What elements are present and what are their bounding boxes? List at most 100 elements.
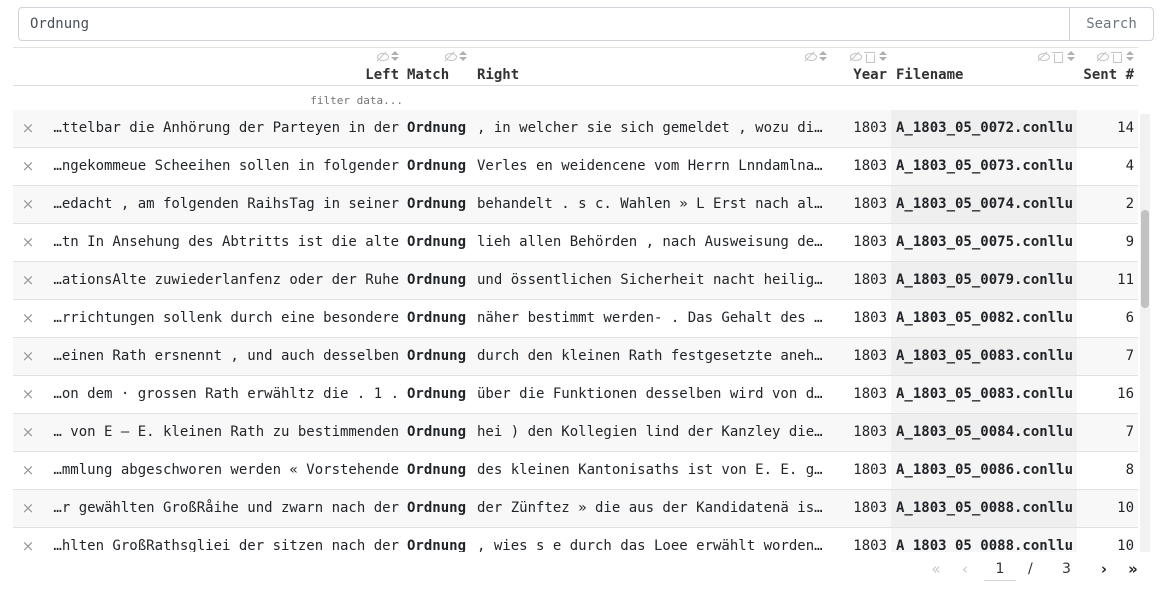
match-cell: Ordnung — [407, 424, 467, 440]
trash-icon[interactable] — [864, 51, 876, 63]
remove-row-icon[interactable]: × — [13, 452, 43, 489]
column-header-right[interactable]: Right — [477, 48, 829, 86]
left-context-cell-text: …einen Rath ersnennt , und auch desselbe… — [53, 348, 399, 364]
sort-icon[interactable] — [819, 51, 827, 62]
sort-icon[interactable] — [1126, 51, 1134, 62]
match-cell: Ordnung — [407, 538, 467, 552]
table-row[interactable]: × …einen Rath ersnennt , und auch desselb… — [13, 338, 1138, 376]
remove-row-icon[interactable]: × — [13, 148, 43, 185]
match-cell: Ordnung — [407, 158, 467, 174]
table-row[interactable]: × … von E — E. kleinen Rath zu bestimmend… — [13, 414, 1138, 452]
filename-cell: A_1803_05_0075.conllu — [891, 224, 1077, 261]
match-cell: Ordnung — [407, 500, 467, 516]
trash-icon[interactable] — [1111, 51, 1123, 63]
total-pages: 3 — [1062, 561, 1071, 577]
column-header-match[interactable]: Match — [407, 48, 469, 86]
sentence-number-cell: 2 — [1125, 196, 1134, 212]
match-cell: Ordnung — [407, 462, 467, 478]
first-page-button[interactable]: « — [925, 557, 947, 581]
filename-cell: A_1803_05_0086.conllu — [891, 452, 1077, 489]
column-tools — [804, 51, 827, 62]
left-context-cell: …edacht , am folgenden RaihsTag in seine… — [51, 186, 399, 223]
next-page-button[interactable]: › — [1093, 557, 1115, 581]
left-context-cell-text: …mmlung abgeschworen werden « Vorstehend… — [53, 462, 399, 478]
sort-icon[interactable] — [459, 51, 467, 62]
hide-column-icon[interactable] — [444, 51, 457, 62]
table-row[interactable]: × …ngekommeue Scheeihen sollen in folgend… — [13, 148, 1138, 186]
hide-column-icon[interactable] — [849, 51, 862, 62]
table-row[interactable]: × …ttelbar die Anhörung der Parteyen in d… — [13, 110, 1138, 148]
year-cell: 1803 — [853, 310, 887, 326]
right-context-cell: , wies s e durch das Loee erwählt worden… — [477, 538, 823, 552]
column-header-left[interactable]: Left — [51, 48, 401, 86]
sort-icon[interactable] — [391, 51, 399, 62]
column-header-year[interactable]: Year — [833, 48, 889, 86]
left-context-cell-text: … von E — E. kleinen Rath zu bestimmende… — [53, 424, 399, 440]
hide-column-icon[interactable] — [804, 51, 817, 62]
search-bar: Search — [18, 7, 1154, 41]
search-button[interactable]: Search — [1070, 7, 1154, 41]
left-context-cell: …hlten GroßRathsgliei der sitzen nach de… — [51, 528, 399, 552]
right-context-cell: , in welcher sie sich gemeldet , wozu di… — [477, 120, 823, 136]
sentence-number-cell: 6 — [1125, 310, 1134, 326]
vertical-scrollbar[interactable] — [1140, 114, 1150, 552]
search-input[interactable] — [18, 7, 1070, 41]
last-page-button[interactable]: » — [1122, 557, 1144, 581]
table-row[interactable]: × …rrichtungen sollenk durch eine besonde… — [13, 300, 1138, 338]
left-context-cell: … von E — E. kleinen Rath zu bestimmende… — [51, 414, 399, 451]
left-context-cell-text: …hlten GroßRathsgliei der sitzen nach de… — [53, 538, 399, 552]
remove-row-icon[interactable]: × — [13, 490, 43, 527]
table-row[interactable]: × …tn In Ansehung des Abtritts ist die al… — [13, 224, 1138, 262]
prev-page-button[interactable]: ‹ — [954, 557, 976, 581]
scrollbar-thumb[interactable] — [1141, 210, 1149, 308]
hide-column-icon[interactable] — [1037, 51, 1050, 62]
table-row[interactable]: × …edacht , am folgenden RaihsTag in sein… — [13, 186, 1138, 224]
remove-row-icon[interactable]: × — [13, 110, 43, 147]
remove-row-icon[interactable]: × — [13, 300, 43, 337]
left-context-cell: …on dem · grossen Rath erwähltz die . 1 … — [51, 376, 399, 413]
page-number-input[interactable] — [984, 557, 1016, 581]
filename-cell: A_1803_05_0084.conllu — [891, 414, 1077, 451]
table-row[interactable]: × …hlten GroßRathsgliei der sitzen nach d… — [13, 528, 1138, 552]
hide-column-icon[interactable] — [376, 51, 389, 62]
sentence-number-cell: 8 — [1125, 462, 1134, 478]
table-row[interactable]: × …mmlung abgeschworen werden « Vorstehen… — [13, 452, 1138, 490]
left-context-cell-text: …on dem · grossen Rath erwähltz die . 1 … — [53, 386, 399, 402]
pagination: « ‹ / 3 › » — [922, 557, 1152, 583]
filename-cell: A_1803_05_0074.conllu — [891, 186, 1077, 223]
column-label: Right — [477, 67, 520, 83]
sort-icon[interactable] — [1067, 51, 1075, 62]
left-context-cell: …ttelbar die Anhörung der Parteyen in de… — [51, 110, 399, 147]
right-context-cell: und össentlichen Sicherheit nacht heilig… — [477, 272, 823, 288]
filename-cell: A_1803_05_0082.conllu — [891, 300, 1077, 337]
trash-icon[interactable] — [1052, 51, 1064, 63]
sentence-number-cell: 16 — [1117, 386, 1134, 402]
match-cell: Ordnung — [407, 120, 467, 136]
remove-row-icon[interactable]: × — [13, 414, 43, 451]
right-context-cell: durch den kleinen Rath festgesetzte aneh… — [477, 348, 823, 364]
sort-icon[interactable] — [879, 51, 887, 62]
remove-row-icon[interactable]: × — [13, 528, 43, 552]
right-context-cell: Verles en weidencene vom Herrn Lnndamlna… — [477, 158, 823, 174]
year-cell: 1803 — [853, 538, 887, 552]
remove-row-icon[interactable]: × — [13, 338, 43, 375]
year-cell: 1803 — [853, 120, 887, 136]
left-context-cell-text: …rrichtungen sollenk durch eine besonder… — [53, 310, 399, 326]
hide-column-icon[interactable] — [1096, 51, 1109, 62]
right-context-cell: hei ) den Kollegien lind der Kanzley die… — [477, 424, 823, 440]
right-context-cell: des kleinen Kantonisaths ist von E. E. g… — [477, 462, 823, 478]
remove-row-icon[interactable]: × — [13, 224, 43, 261]
remove-row-icon[interactable]: × — [13, 262, 43, 299]
column-header-filename[interactable]: Filename — [891, 48, 1077, 86]
column-header-sent[interactable]: Sent # — [1079, 48, 1136, 86]
right-context-cell: lieh allen Behörden , nach Ausweisung de… — [477, 234, 823, 250]
left-context-cell-text: …ationsAlte zuwiederlanfenz oder der Ruh… — [53, 272, 399, 288]
left-context-cell-text: …ttelbar die Anhörung der Parteyen in de… — [53, 120, 399, 136]
table-row[interactable]: × …on dem · grossen Rath erwähltz die . 1… — [13, 376, 1138, 414]
table-row[interactable]: × …r gewählten GroßRåihe und zwarn nach d… — [13, 490, 1138, 528]
table-row[interactable]: × …ationsAlte zuwiederlanfenz oder der Ru… — [13, 262, 1138, 300]
left-filter-input[interactable] — [278, 91, 403, 109]
remove-row-icon[interactable]: × — [13, 376, 43, 413]
remove-row-icon[interactable]: × — [13, 186, 43, 223]
left-context-cell: …r gewählten GroßRåihe und zwarn nach de… — [51, 490, 399, 527]
